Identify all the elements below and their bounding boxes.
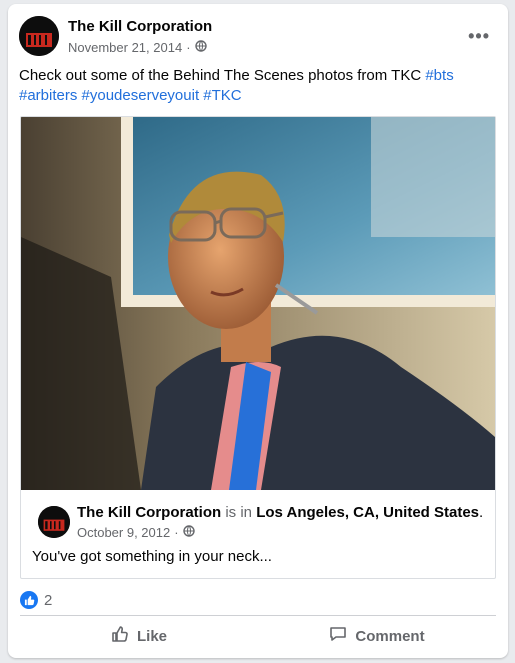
divider [20, 615, 496, 616]
reaction-count[interactable]: 2 [44, 592, 52, 609]
shared-period: . [479, 504, 484, 521]
shared-post[interactable]: The Kill Corporation is in Los Angeles, … [20, 116, 496, 579]
shared-caption: You've got something in your neck... [32, 548, 272, 565]
comment-button[interactable]: Comment [258, 618, 496, 654]
like-reaction-icon [20, 591, 38, 609]
post-date[interactable]: November 21, 2014 [68, 40, 182, 55]
comment-icon [329, 625, 347, 647]
post-header: The Kill Corporation November 21, 2014 ·… [19, 16, 498, 60]
page-name[interactable]: The Kill Corporation [68, 18, 212, 35]
shared-is-in: is in [225, 504, 253, 521]
shared-meta: October 9, 2012 · [77, 525, 195, 540]
hashtag[interactable]: #TKC [203, 87, 241, 104]
shared-page-avatar[interactable] [38, 506, 70, 538]
action-bar: Like Comment [20, 618, 496, 654]
comment-label: Comment [355, 627, 425, 645]
globe-icon [194, 40, 207, 55]
shared-page-name[interactable]: The Kill Corporation [77, 504, 221, 521]
shared-headline: The Kill Corporation is in Los Angeles, … [77, 504, 483, 521]
reactions-summary[interactable]: 2 [20, 590, 52, 610]
post-card: The Kill Corporation November 21, 2014 ·… [8, 4, 508, 658]
meta-separator: · [186, 40, 191, 55]
like-label: Like [136, 627, 167, 645]
post-photo[interactable] [21, 117, 495, 490]
hashtag[interactable]: #arbiters [19, 87, 77, 104]
shared-separator: · [174, 525, 179, 540]
globe-icon [182, 525, 195, 540]
shared-location[interactable]: Los Angeles, CA, United States [256, 504, 479, 521]
like-button[interactable]: Like [20, 618, 258, 654]
post-meta: November 21, 2014 · [68, 40, 207, 55]
post-text: Check out some of the Behind The Scenes … [19, 66, 489, 106]
more-options-icon[interactable]: ••• [468, 26, 490, 47]
hashtag[interactable]: #bts [425, 67, 453, 84]
hashtag[interactable]: #youdeserveyouit [82, 87, 200, 104]
page-avatar[interactable] [19, 16, 59, 56]
post-body: Check out some of the Behind The Scenes … [19, 67, 422, 84]
shared-date[interactable]: October 9, 2012 [77, 525, 170, 540]
thumbs-up-icon [111, 625, 129, 647]
